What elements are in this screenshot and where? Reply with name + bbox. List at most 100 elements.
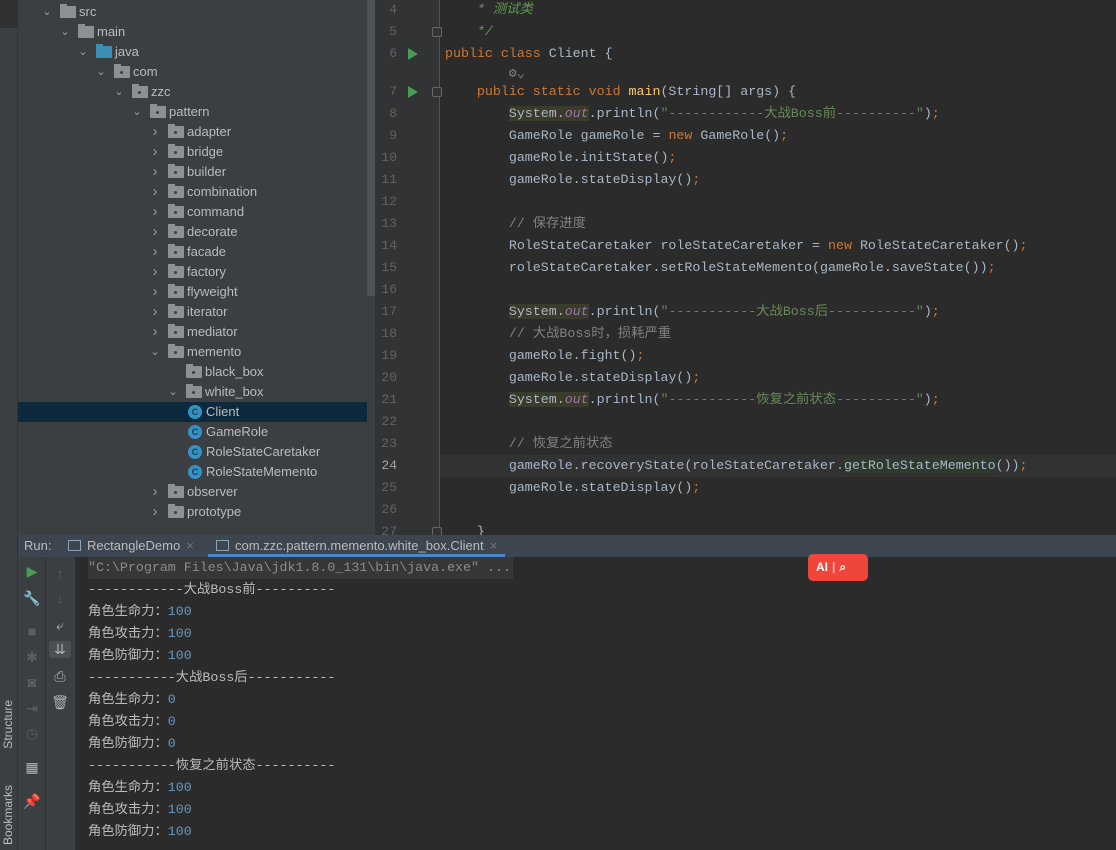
tree-item-black_box[interactable]: black_box xyxy=(18,362,367,382)
tree-item-client[interactable]: C Client xyxy=(18,402,367,422)
tree-item-label: factory xyxy=(187,264,227,279)
close-icon[interactable]: × xyxy=(490,538,498,553)
soft-wrap-icon[interactable]: ⤶ xyxy=(46,617,74,634)
tree-item-gamerole[interactable]: C GameRole xyxy=(18,422,367,442)
console-line: 角色攻击力：100 xyxy=(88,799,192,821)
chevron-down-icon[interactable]: ⌄ xyxy=(41,2,53,22)
exit-icon[interactable]: ⇥ xyxy=(18,700,46,717)
stop-icon[interactable]: ■ xyxy=(18,623,46,639)
tree-item-main[interactable]: ⌄ main xyxy=(18,22,367,42)
code-token: } xyxy=(445,524,485,535)
rerun-icon[interactable]: ▶ xyxy=(18,563,46,580)
code-token: new xyxy=(828,238,860,253)
chevron-right-icon[interactable]: › xyxy=(149,222,161,242)
chevron-down-icon[interactable]: ⌄ xyxy=(59,22,71,42)
chevron-right-icon[interactable]: › xyxy=(149,242,161,262)
tree-item-combination[interactable]: › combination xyxy=(18,182,367,202)
chevron-down-icon[interactable]: ⌄ xyxy=(95,62,107,82)
run-gutter-icon[interactable] xyxy=(408,48,418,60)
tree-item-label: java xyxy=(115,44,139,59)
run-tab-client[interactable]: com.zzc.pattern.memento.white_box.Client… xyxy=(208,535,506,557)
debug-icon[interactable]: ✱ xyxy=(18,649,46,666)
tree-item-label: bridge xyxy=(187,144,224,159)
chevron-down-icon[interactable]: ⌄ xyxy=(113,82,125,102)
tree-item-observer[interactable]: › observer xyxy=(18,482,367,502)
chevron-right-icon[interactable]: › xyxy=(149,322,161,342)
scroll-to-end-icon[interactable]: ⇊ xyxy=(49,641,71,658)
down-arrow-icon[interactable]: ↓ xyxy=(46,590,74,606)
chevron-right-icon[interactable]: › xyxy=(149,122,161,142)
console-line: 角色防御力：100 xyxy=(88,645,192,667)
close-icon[interactable]: × xyxy=(186,538,194,553)
tree-item-bridge[interactable]: › bridge xyxy=(18,142,367,162)
console-line: 角色生命力：100 xyxy=(88,777,192,799)
tree-item-command[interactable]: › command xyxy=(18,202,367,222)
tree-item-iterator[interactable]: › iterator xyxy=(18,302,367,322)
bookmarks-tab[interactable]: Bookmarks xyxy=(1,785,15,845)
tree-item-com[interactable]: ⌄ com xyxy=(18,62,367,82)
tree-item-java[interactable]: ⌄ java xyxy=(18,42,367,62)
tree-item-decorate[interactable]: › decorate xyxy=(18,222,367,242)
up-arrow-icon[interactable]: ↑ xyxy=(46,565,74,581)
code-token: RoleStateCaretaker roleStateCaretaker = xyxy=(445,238,829,253)
trash-icon[interactable]: 🗑 xyxy=(46,694,74,711)
tree-item-label: main xyxy=(97,24,126,39)
tree-item-label: GameRole xyxy=(206,424,269,439)
chevron-right-icon[interactable]: › xyxy=(149,302,161,322)
chevron-right-icon[interactable]: › xyxy=(149,482,161,502)
tree-item-white_box[interactable]: ⌄ white_box xyxy=(18,382,367,402)
code-editor[interactable]: * 测试类 */ public class Client { ⚙⌄ public … xyxy=(440,0,1116,535)
project-tool-button[interactable] xyxy=(0,0,18,28)
tree-scrollbar[interactable] xyxy=(367,0,375,296)
console-output[interactable]: "C:\Program Files\Java\jdk1.8.0_131\bin\… xyxy=(76,557,1116,850)
run-gutter-icon[interactable] xyxy=(408,86,418,98)
tree-item-src[interactable]: ⌄ src xyxy=(18,2,367,22)
ai-search-badge[interactable]: AI | ⌕ xyxy=(808,554,868,581)
chevron-right-icon[interactable]: › xyxy=(149,282,161,302)
tree-item-factory[interactable]: › factory xyxy=(18,262,367,282)
code-token: getRoleStateMemento xyxy=(843,458,996,473)
tree-item-flyweight[interactable]: › flyweight xyxy=(18,282,367,302)
chevron-right-icon[interactable]: › xyxy=(149,142,161,162)
tree-item-mediator[interactable]: › mediator xyxy=(18,322,367,342)
code-line: // 保存进度 xyxy=(445,213,586,235)
print-icon[interactable]: ⎙ xyxy=(46,668,74,685)
project-tree: ⌄ src ⌄ main ⌄ java ⌄ com ⌄ zzc ⌄ pattern › adapter › b… xyxy=(18,0,375,535)
tree-item-rolestatememento[interactable]: C RoleStateMemento xyxy=(18,462,367,482)
tree-item-builder[interactable]: › builder xyxy=(18,162,367,182)
chevron-right-icon[interactable]: › xyxy=(149,162,161,182)
tree-item-memento[interactable]: ⌄ memento xyxy=(18,342,367,362)
console-number: 0 xyxy=(167,692,176,707)
layout-icon[interactable]: ▦ xyxy=(18,759,46,776)
tree-item-zzc[interactable]: ⌄ zzc xyxy=(18,82,367,102)
chevron-right-icon[interactable]: › xyxy=(149,182,161,202)
code-token: .println( xyxy=(588,392,661,407)
tree-item-facade[interactable]: › facade xyxy=(18,242,367,262)
code-token: ; xyxy=(636,348,645,363)
structure-tab[interactable]: Structure xyxy=(1,700,15,749)
tree-item-prototype[interactable]: › prototype xyxy=(18,502,367,522)
chevron-right-icon[interactable]: › xyxy=(149,502,161,522)
console-line: -----------大战Boss后----------- xyxy=(88,667,335,689)
chevron-right-icon[interactable]: › xyxy=(149,202,161,222)
camera-icon[interactable]: ◙ xyxy=(18,674,46,690)
pin-icon[interactable]: 📌 xyxy=(18,793,46,810)
code-token: System. xyxy=(508,304,565,319)
tree-item-label: combination xyxy=(187,184,258,199)
package-icon xyxy=(168,144,184,158)
run-tab-rectangledemo[interactable]: RectangleDemo × xyxy=(68,535,194,557)
ai-label: AI xyxy=(816,560,828,574)
chevron-down-icon[interactable]: ⌄ xyxy=(77,42,89,62)
console-text: -----------大战Boss后----------- xyxy=(88,670,336,685)
chevron-down-icon[interactable]: ⌄ xyxy=(131,102,143,122)
chevron-right-icon[interactable]: › xyxy=(149,262,161,282)
tree-item-rolestatecaretaker[interactable]: C RoleStateCaretaker xyxy=(18,442,367,462)
console-toolbar: ↑ ↓ ⤶ ⇊ ⎙ 🗑 xyxy=(46,557,76,850)
chevron-down-icon[interactable]: ⌄ xyxy=(167,382,179,402)
chevron-down-icon[interactable]: ⌄ xyxy=(149,342,161,362)
tree-item-pattern[interactable]: ⌄ pattern xyxy=(18,102,367,122)
wrench-icon[interactable]: 🔧 xyxy=(18,590,46,607)
clock-icon[interactable]: ◷ xyxy=(18,725,46,742)
tree-item-label: white_box xyxy=(205,384,264,399)
tree-item-adapter[interactable]: › adapter xyxy=(18,122,367,142)
